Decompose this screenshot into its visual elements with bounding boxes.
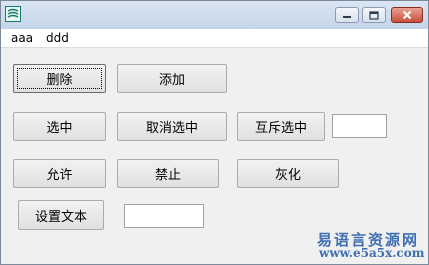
title-bar[interactable] — [1, 1, 428, 29]
menu-item-ddd[interactable]: ddd — [46, 30, 69, 46]
set-text-button[interactable]: 设置文本 — [18, 200, 104, 230]
text-input-2[interactable] — [124, 204, 204, 228]
add-button[interactable]: 添加 — [117, 64, 227, 93]
minimize-button[interactable] — [335, 7, 359, 23]
app-icon — [5, 6, 21, 22]
text-input-1[interactable] — [332, 114, 387, 138]
watermark-url: www.e5a5x.com — [319, 246, 425, 260]
gray-button[interactable]: 灰化 — [237, 159, 339, 188]
close-button[interactable] — [391, 7, 423, 23]
exclusive-select-button[interactable]: 互斥选中 — [237, 112, 325, 141]
close-icon — [402, 10, 412, 20]
allow-button[interactable]: 允许 — [13, 159, 106, 188]
menu-item-aaa[interactable]: aaa — [11, 30, 33, 46]
delete-button[interactable]: 删除 — [13, 64, 106, 93]
maximize-icon — [369, 10, 379, 20]
select-button[interactable]: 选中 — [13, 112, 106, 141]
app-window: aaa ddd 删除 添加 选中 取消选中 互斥选中 允许 禁止 灰化 设置文本… — [0, 0, 429, 265]
minimize-icon — [343, 16, 351, 18]
menu-bar: aaa ddd — [1, 29, 428, 48]
maximize-button[interactable] — [362, 7, 386, 23]
forbid-button[interactable]: 禁止 — [117, 159, 219, 188]
unselect-button[interactable]: 取消选中 — [117, 112, 227, 141]
